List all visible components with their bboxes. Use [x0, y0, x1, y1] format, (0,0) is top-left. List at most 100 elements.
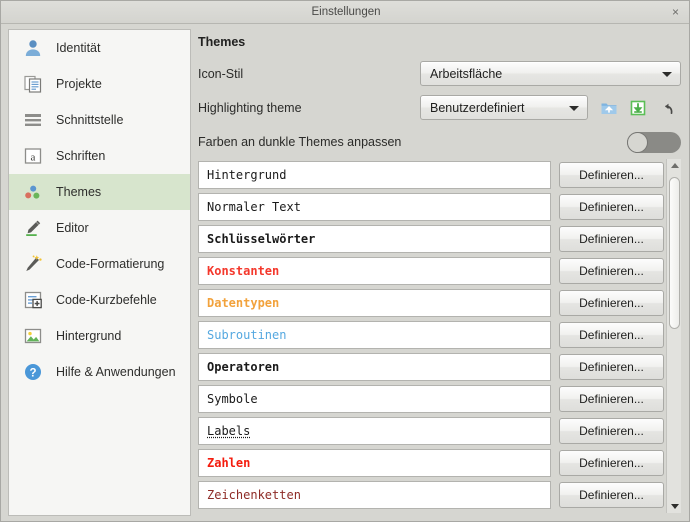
toggle-knob [627, 132, 648, 153]
define-button[interactable]: Definieren... [559, 194, 664, 220]
sidebar-item-code-formatierung[interactable]: Code-Formatierung [9, 246, 190, 282]
theme-item-row: Datentypen Definieren... [198, 287, 664, 319]
user-icon [22, 37, 44, 59]
theme-item-preview[interactable]: Operatoren [198, 353, 551, 381]
icon-style-row: Icon-Stil Arbeitsfläche [198, 61, 681, 87]
color-dots-icon [22, 181, 44, 203]
sidebar-item-label: Projekte [56, 77, 102, 91]
font-a-icon: a [22, 145, 44, 167]
define-button[interactable]: Definieren... [559, 322, 664, 348]
theme-item-label: Zeichenketten [207, 488, 301, 502]
sidebar-item-schriften[interactable]: a Schriften [9, 138, 190, 174]
theme-items-list: Hintergrund Definieren... Normaler Text Def… [198, 159, 681, 513]
settings-main-panel: Themes Icon-Stil Arbeitsfläche Highlight… [195, 29, 684, 516]
document-export-icon[interactable] [627, 97, 649, 119]
theme-item-label: Zahlen [207, 456, 250, 470]
icon-style-value: Arbeitsfläche [430, 67, 502, 81]
pencil-icon [22, 217, 44, 239]
theme-item-preview[interactable]: Zeichenketten [198, 481, 551, 509]
define-button[interactable]: Definieren... [559, 162, 664, 188]
help-icon: ? [22, 361, 44, 383]
define-button[interactable]: Definieren... [559, 482, 664, 508]
define-button[interactable]: Definieren... [559, 258, 664, 284]
theme-item-preview[interactable]: Konstanten [198, 257, 551, 285]
chevron-down-icon [569, 106, 579, 111]
sidebar-item-schnittstelle[interactable]: Schnittstelle [9, 102, 190, 138]
define-button[interactable]: Definieren... [559, 290, 664, 316]
window-content: Identität Projekte Schnittstelle a Schriften… [1, 24, 690, 522]
define-button[interactable]: Definieren... [559, 386, 664, 412]
scrollbar-thumb[interactable] [669, 177, 680, 329]
theme-item-row: Hintergrund Definieren... [198, 159, 664, 191]
theme-rows-container: Hintergrund Definieren... Normaler Text Def… [198, 159, 664, 511]
theme-item-preview[interactable]: Schlüsselwörter [198, 225, 551, 253]
theme-item-row: Symbole Definieren... [198, 383, 664, 415]
svg-text:a: a [31, 152, 36, 164]
sidebar-item-code-kurzbefehle[interactable]: Code-Kurzbefehle [9, 282, 190, 318]
sidebar-item-label: Themes [56, 185, 101, 199]
define-button[interactable]: Definieren... [559, 418, 664, 444]
sidebar-item-label: Hintergrund [56, 329, 121, 343]
sidebar-item-projekte[interactable]: Projekte [9, 66, 190, 102]
theme-item-row: Labels Definieren... [198, 415, 664, 447]
theme-item-preview[interactable]: Symbole [198, 385, 551, 413]
theme-item-preview[interactable]: Labels [198, 417, 551, 445]
vertical-scrollbar[interactable] [666, 159, 681, 513]
theme-item-label: Subroutinen [207, 328, 286, 342]
list-add-icon [22, 289, 44, 311]
theme-item-row: Normaler Text Definieren... [198, 191, 664, 223]
dark-theme-adapt-toggle[interactable] [627, 132, 681, 153]
undo-arrow-icon[interactable] [656, 97, 678, 119]
theme-item-preview[interactable]: Subroutinen [198, 321, 551, 349]
theme-item-label: Schlüsselwörter [207, 232, 315, 246]
sidebar-item-editor[interactable]: Editor [9, 210, 190, 246]
sidebar-item-label: Code-Formatierung [56, 257, 164, 271]
define-button[interactable]: Definieren... [559, 226, 664, 252]
icon-style-label: Icon-Stil [198, 67, 243, 81]
svg-text:?: ? [29, 368, 36, 380]
theme-item-label: Symbole [207, 392, 258, 406]
theme-item-row: Operatoren Definieren... [198, 351, 664, 383]
chevron-down-icon [662, 72, 672, 77]
sidebar-item-hilfe-anwendungen[interactable]: ? Hilfe & Anwendungen [9, 354, 190, 390]
dark-theme-adapt-label: Farben an dunkle Themes anpassen [198, 135, 401, 149]
settings-sidebar: Identität Projekte Schnittstelle a Schriften… [8, 29, 191, 516]
theme-item-label: Datentypen [207, 296, 279, 310]
theme-item-row: Konstanten Definieren... [198, 255, 664, 287]
highlighting-theme-value: Benutzerdefiniert [430, 101, 525, 115]
theme-item-preview[interactable]: Normaler Text [198, 193, 551, 221]
highlighting-theme-label: Highlighting theme [198, 101, 302, 115]
theme-item-label: Konstanten [207, 264, 279, 278]
theme-item-preview[interactable]: Zahlen [198, 449, 551, 477]
sidebar-item-label: Editor [56, 221, 89, 235]
arrow-up-icon[interactable] [667, 159, 681, 172]
image-icon [22, 325, 44, 347]
folder-import-icon[interactable] [598, 97, 620, 119]
sidebar-item-hintergrund[interactable]: Hintergrund [9, 318, 190, 354]
define-button[interactable]: Definieren... [559, 354, 664, 380]
icon-style-select[interactable]: Arbeitsfläche [420, 61, 681, 86]
theme-item-preview[interactable]: Hintergrund [198, 161, 551, 189]
highlighting-theme-row: Highlighting theme Benutzerdefiniert [198, 95, 681, 121]
theme-item-label: Labels [207, 424, 250, 438]
sidebar-item-label: Identität [56, 41, 100, 55]
highlighting-theme-select[interactable]: Benutzerdefiniert [420, 95, 588, 120]
page-title: Themes [198, 35, 245, 49]
define-button[interactable]: Definieren... [559, 450, 664, 476]
theme-item-label: Normaler Text [207, 200, 301, 214]
sidebar-item-label: Schriften [56, 149, 105, 163]
sidebar-item-themes[interactable]: Themes [9, 174, 190, 210]
theme-item-row: Schlüsselwörter Definieren... [198, 223, 664, 255]
theme-item-row: Zeichenketten Definieren... [198, 479, 664, 511]
close-icon[interactable]: × [667, 4, 684, 21]
arrow-down-icon[interactable] [667, 500, 681, 513]
layout-bars-icon [22, 109, 44, 131]
sidebar-item-identitat[interactable]: Identität [9, 30, 190, 66]
magic-wand-icon [22, 253, 44, 275]
window-title: Einstellungen [1, 1, 690, 23]
documents-icon [22, 73, 44, 95]
theme-item-row: Zahlen Definieren... [198, 447, 664, 479]
sidebar-item-label: Hilfe & Anwendungen [56, 365, 176, 379]
theme-item-preview[interactable]: Datentypen [198, 289, 551, 317]
sidebar-item-label: Schnittstelle [56, 113, 123, 127]
